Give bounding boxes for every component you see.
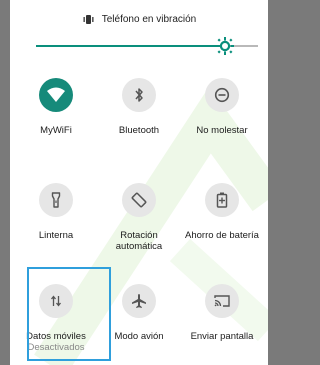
do-not-disturb-icon bbox=[214, 87, 230, 103]
tile-auto-rotate[interactable]: Rotación automática bbox=[96, 183, 182, 263]
tile-wifi[interactable]: MyWiFi bbox=[13, 78, 99, 158]
tile-flashlight[interactable]: Linterna bbox=[13, 183, 99, 263]
flashlight-icon bbox=[51, 192, 61, 208]
airplane-icon bbox=[132, 294, 146, 308]
wifi-icon bbox=[47, 87, 65, 102]
battery-saver-icon bbox=[216, 192, 228, 208]
ringer-status-text: Teléfono en vibración bbox=[101, 13, 197, 25]
battery-saver-toggle[interactable] bbox=[205, 183, 239, 217]
tile-label: Ahorro de batería bbox=[185, 230, 259, 241]
tile-battery-saver[interactable]: Ahorro de batería bbox=[179, 183, 265, 263]
quick-settings-panel: Teléfono en vibración MyWiFi Bluetooth N… bbox=[10, 0, 268, 365]
ringer-status: Teléfono en vibración bbox=[10, 11, 268, 27]
tile-label: No molestar bbox=[196, 125, 248, 136]
auto-rotate-toggle[interactable] bbox=[122, 183, 156, 217]
cast-icon bbox=[214, 295, 230, 307]
tile-label: MyWiFi bbox=[40, 125, 72, 136]
brightness-track-fill bbox=[36, 45, 225, 47]
tile-cast-screen[interactable]: Enviar pantalla bbox=[179, 284, 265, 364]
flashlight-toggle[interactable] bbox=[39, 183, 73, 217]
cast-toggle[interactable] bbox=[205, 284, 239, 318]
vibrate-icon bbox=[83, 14, 94, 24]
brightness-thumb-icon[interactable] bbox=[215, 36, 235, 56]
brightness-slider[interactable] bbox=[36, 36, 258, 56]
tile-label: Bluetooth bbox=[118, 125, 160, 136]
wifi-toggle[interactable] bbox=[39, 78, 73, 112]
tile-label: Enviar pantalla bbox=[190, 331, 254, 342]
tile-bluetooth[interactable]: Bluetooth bbox=[96, 78, 182, 158]
tile-label: Linterna bbox=[38, 230, 74, 241]
selection-highlight-box bbox=[27, 267, 111, 361]
tile-do-not-disturb[interactable]: No molestar bbox=[179, 78, 265, 158]
dnd-toggle[interactable] bbox=[205, 78, 239, 112]
bluetooth-icon bbox=[135, 88, 143, 102]
auto-rotate-icon bbox=[131, 192, 147, 208]
tile-label: Rotación automática bbox=[115, 230, 163, 252]
bluetooth-toggle[interactable] bbox=[122, 78, 156, 112]
airplane-toggle[interactable] bbox=[122, 284, 156, 318]
